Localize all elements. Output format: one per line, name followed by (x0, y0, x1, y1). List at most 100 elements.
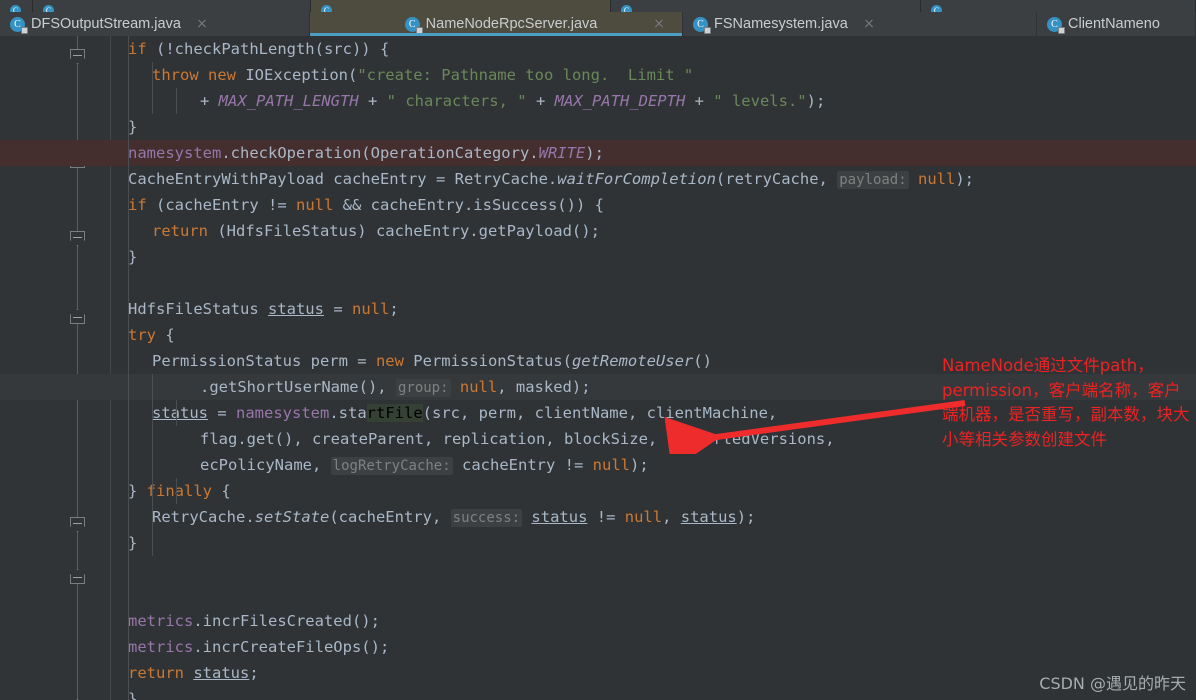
annotation-text: NameNode通过文件path，permission，客户端名称，客户端机器，… (942, 356, 1190, 449)
code-line[interactable]: } (0, 114, 1196, 140)
token-hint: success: (450, 509, 523, 527)
close-icon[interactable] (191, 12, 213, 36)
token-fld: namesystem (128, 144, 222, 162)
close-icon[interactable] (858, 12, 880, 36)
ide-window: CCCCC C DFSOutputStream.java C NameNodeRpcS… (0, 0, 1196, 700)
editor-tabstrip[interactable]: C DFSOutputStream.java C NameNodeRpcServer.… (0, 12, 1196, 36)
token-local: status (193, 664, 250, 682)
token-local: status (152, 404, 208, 422)
token-kw: null (459, 378, 498, 396)
token-stat: MAX_PATH_LENGTH (218, 92, 359, 110)
java-class-icon: C (693, 16, 711, 34)
java-class-icon: C (43, 5, 54, 12)
code-line[interactable] (0, 582, 1196, 608)
token-mth: setState (254, 508, 330, 526)
code-line[interactable]: HdfsFileStatus status = null; (0, 296, 1196, 322)
editor-tab-3[interactable]: C ClientNameno (1037, 12, 1196, 36)
token-kw: null (592, 456, 630, 474)
token-fld: metrics (128, 612, 194, 630)
code-line[interactable]: if (cacheEntry != null && cacheEntry.isS… (0, 192, 1196, 218)
token-plain: , (662, 508, 681, 526)
token-plain: ); (736, 508, 756, 526)
code-line-text: metrics.incrCreateFileOps(); (128, 634, 389, 660)
secondary-tab-3[interactable]: C (611, 0, 921, 12)
java-class-icon: C (321, 5, 332, 12)
token-kw: try (128, 326, 166, 344)
token-kw: null (918, 170, 956, 188)
code-line-text: CacheEntryWithPayload cacheEntry = Retry… (128, 166, 974, 193)
code-line[interactable]: } (0, 530, 1196, 556)
editor-tab-label: NameNodeRpcServer.java (425, 16, 598, 32)
code-line[interactable]: return (HdfsFileStatus) cacheEntry.getPa… (0, 218, 1196, 244)
code-line-text: flag.get(), createParent, replication, b… (128, 426, 835, 452)
token-str: " characters, " (386, 92, 527, 110)
code-line-text: return (HdfsFileStatus) cacheEntry.getPa… (128, 218, 600, 244)
token-kw: return (128, 664, 194, 682)
code-line[interactable] (0, 556, 1196, 582)
token-hint: payload: (837, 171, 909, 189)
code-line-text: ecPolicyName, logRetryCache: cacheEntry … (128, 452, 649, 479)
token-plain: { (165, 326, 175, 344)
code-line-text: } (128, 686, 137, 700)
code-line-text: namesystem.checkOperation(OperationCateg… (128, 140, 604, 166)
token-plain: ); (955, 170, 975, 188)
code-line[interactable]: return status; (0, 660, 1196, 686)
code-line-text: if (cacheEntry != null && cacheEntry.isS… (128, 192, 604, 218)
secondary-tab-1[interactable]: C (33, 0, 311, 12)
token-fld: namesystem (236, 404, 330, 422)
code-line[interactable]: throw new IOException("create: Pathname … (0, 62, 1196, 88)
code-line-text: if (!checkPathLength(src)) { (128, 36, 389, 62)
token-plain: .sta (329, 404, 367, 422)
class-letter: C (933, 6, 940, 12)
code-line-text: } (128, 530, 137, 556)
java-class-icon: C (10, 16, 28, 34)
code-line-text: } finally { (128, 478, 231, 504)
secondary-tab-4[interactable]: C (921, 0, 1196, 12)
code-line-text: + MAX_PATH_LENGTH + " characters, " + MA… (128, 88, 825, 114)
code-line[interactable]: namesystem.checkOperation(OperationCateg… (0, 140, 1196, 166)
code-line-text: .getShortUserName(), group: null, masked… (128, 374, 591, 401)
token-str: "create: Pathname too long. Limit " (357, 66, 694, 84)
token-plain: = (208, 404, 236, 422)
code-line[interactable]: } finally { (0, 478, 1196, 504)
editor-tab-2[interactable]: C FSNamesystem.java (683, 12, 1037, 36)
token-plain: ; (249, 664, 259, 682)
token-stat: WRITE (538, 144, 586, 162)
secondary-tab-2[interactable]: C (311, 0, 611, 12)
token-plain: (HdfsFileStatus) cacheEntry.getPayload()… (217, 222, 600, 240)
secondary-tab-0[interactable]: C (0, 0, 33, 12)
code-line[interactable] (0, 270, 1196, 296)
editor-tab-label: ClientNameno (1068, 16, 1160, 32)
code-line[interactable]: CacheEntryWithPayload cacheEntry = Retry… (0, 166, 1196, 192)
code-line[interactable]: metrics.incrFilesCreated(); (0, 608, 1196, 634)
code-line[interactable]: try { (0, 322, 1196, 348)
token-stat: MAX_PATH_DEPTH (554, 92, 686, 110)
code-line-text: } (128, 244, 137, 270)
code-line[interactable]: } (0, 244, 1196, 270)
code-line[interactable]: ecPolicyName, logRetryCache: cacheEntry … (0, 452, 1196, 478)
code-line[interactable]: RetryCache.setState(cacheEntry, success:… (0, 504, 1196, 530)
token-plain: + (358, 92, 387, 110)
code-line-text: status = namesystem.startFile(src, perm,… (128, 400, 777, 426)
token-kw: null (624, 508, 663, 526)
token-plain: CacheEntryWithPayload cacheEntry = Retry… (128, 170, 558, 188)
code-line-text: RetryCache.setState(cacheEntry, success:… (128, 504, 755, 531)
lock-icon (415, 26, 423, 34)
token-plain: { (221, 482, 231, 500)
token-hint: logRetryCache: (330, 457, 453, 475)
token-plain: flag.get(), createParent, replication, b… (200, 430, 835, 448)
code-line-text: metrics.incrFilesCreated(); (128, 608, 380, 634)
token-plain: && cacheEntry.isSuccess()) { (333, 196, 604, 214)
token-fld: metrics (128, 638, 194, 656)
code-editor[interactable]: if (!checkPathLength(src)) {throw new IO… (0, 36, 1196, 700)
code-line-text: try { (128, 322, 175, 348)
class-letter: C (45, 6, 52, 12)
code-line[interactable]: metrics.incrCreateFileOps(); (0, 634, 1196, 660)
code-line[interactable]: + MAX_PATH_LENGTH + " characters, " + MA… (0, 88, 1196, 114)
editor-tab-0[interactable]: C DFSOutputStream.java (0, 12, 310, 36)
code-line[interactable]: } (0, 686, 1196, 700)
close-icon[interactable] (648, 12, 670, 36)
code-line[interactable]: if (!checkPathLength(src)) { (0, 36, 1196, 62)
editor-tab-1[interactable]: C NameNodeRpcServer.java (310, 12, 683, 36)
code-line-text: throw new IOException("create: Pathname … (128, 62, 693, 88)
